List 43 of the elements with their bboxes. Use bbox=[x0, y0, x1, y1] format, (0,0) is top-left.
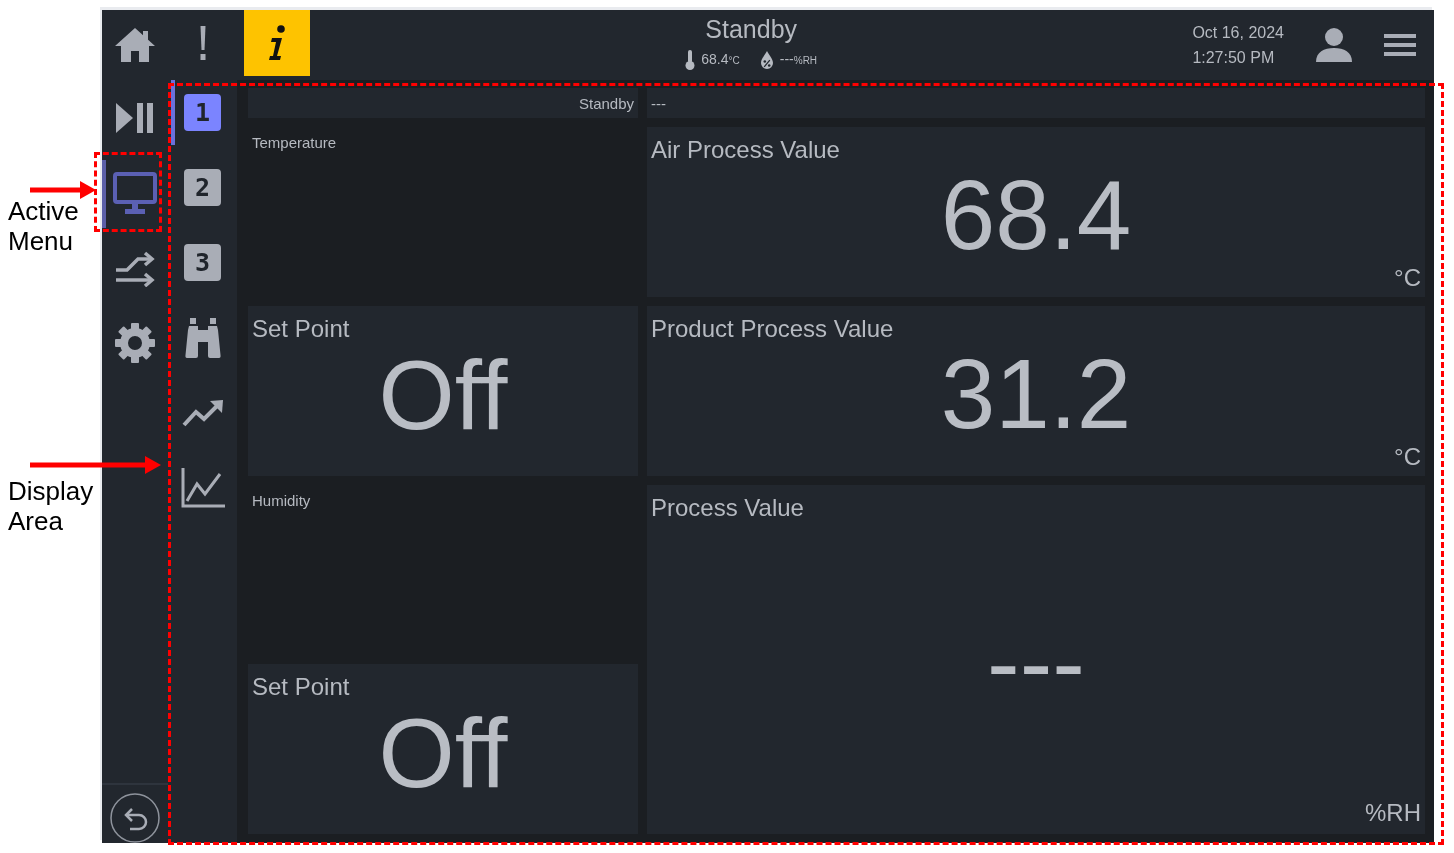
binoculars-icon[interactable] bbox=[184, 317, 221, 358]
unit-label: °C bbox=[1394, 265, 1421, 291]
thermometer-icon bbox=[685, 50, 696, 70]
humidity-drop-icon bbox=[759, 51, 774, 69]
info-button[interactable] bbox=[244, 10, 310, 76]
callout-arrow bbox=[30, 181, 96, 199]
status-value: --- bbox=[651, 94, 666, 112]
menu-icon[interactable] bbox=[1384, 34, 1416, 56]
unit-label: %RH bbox=[1365, 800, 1421, 826]
info-icon bbox=[267, 25, 287, 61]
number-tab[interactable]: 2 bbox=[184, 169, 221, 206]
settings-icon[interactable] bbox=[114, 321, 156, 364]
panel-title: Process Value bbox=[651, 493, 804, 523]
panel-title: Set Point bbox=[252, 672, 350, 702]
section-heading: Temperature bbox=[252, 133, 337, 153]
status-text: Standby bbox=[578, 94, 634, 112]
temperature-reading: 68.4°C bbox=[701, 50, 740, 69]
humidity-reading: ---%RH bbox=[779, 50, 818, 69]
trending-up-icon[interactable] bbox=[181, 398, 224, 427]
exclamation-icon bbox=[199, 26, 207, 60]
panel-title: Air Process Value bbox=[651, 135, 840, 165]
user-icon[interactable] bbox=[1316, 28, 1352, 62]
line-chart-icon[interactable] bbox=[180, 467, 225, 508]
callout-label: Display Area bbox=[8, 476, 95, 536]
panel-title: Product Process Value bbox=[651, 314, 894, 344]
process-value: 68.4 bbox=[940, 165, 1132, 265]
callout-label: Active Menu bbox=[8, 196, 80, 256]
number-tab[interactable]: 3 bbox=[184, 244, 221, 281]
date-text: Oct 16, 2024 bbox=[1192, 23, 1284, 43]
unit-label: °C bbox=[1394, 444, 1421, 470]
undo-icon[interactable] bbox=[110, 793, 160, 843]
time-text: 1:27:50 PM bbox=[1192, 48, 1276, 68]
process-value: 31.2 bbox=[940, 344, 1132, 444]
panel-title: Set Point bbox=[252, 314, 350, 344]
setpoint-value: Off bbox=[378, 345, 508, 445]
section-heading: Humidity bbox=[252, 491, 311, 511]
status-title: Standby bbox=[705, 14, 798, 44]
number-tab[interactable]: 1 bbox=[184, 94, 221, 131]
home-icon[interactable] bbox=[114, 27, 156, 63]
process-value: --- bbox=[987, 611, 1085, 712]
monitor-icon[interactable] bbox=[113, 171, 157, 214]
setpoint-value: Off bbox=[378, 703, 508, 803]
play-pause-icon[interactable] bbox=[116, 101, 154, 134]
